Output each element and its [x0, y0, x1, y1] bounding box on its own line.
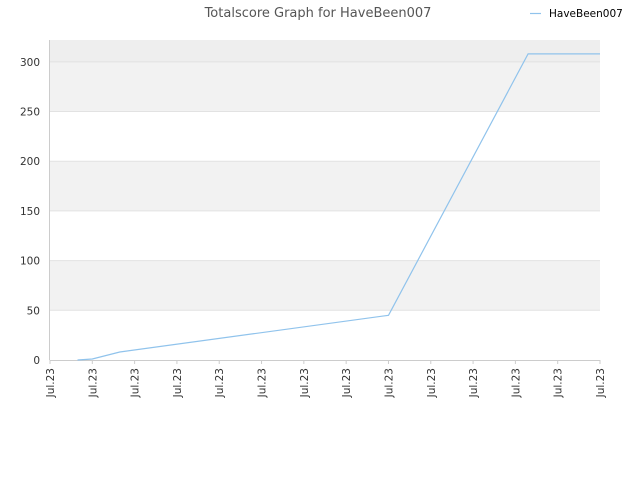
x-tick-label: Jul.23 — [257, 368, 269, 398]
x-tick-label: Jul.23 — [45, 368, 57, 398]
x-tick-label: Jul.23 — [510, 368, 522, 398]
x-tick-label: Jul.23 — [172, 368, 184, 398]
y-tick-label: 200 — [20, 156, 40, 168]
y-tick-label: 250 — [20, 107, 40, 119]
x-tick-label: Jul.23 — [553, 368, 565, 398]
plot-band — [50, 310, 600, 360]
x-tick-label: Jul.23 — [130, 368, 142, 398]
y-tick-label: 50 — [27, 305, 40, 317]
x-tick-label: Jul.23 — [426, 368, 438, 398]
y-tick-label: 100 — [20, 256, 40, 268]
plot-band — [50, 40, 600, 62]
plot-bands — [50, 40, 600, 360]
y-tick-label: 150 — [20, 206, 40, 218]
y-tick-label: 0 — [33, 355, 40, 367]
plot-band — [50, 210, 600, 261]
plot-band — [50, 260, 600, 311]
plot-band — [50, 111, 600, 162]
x-tick-label: Jul.23 — [341, 368, 353, 398]
x-tick-label: Jul.23 — [595, 368, 607, 398]
x-tick-label: Jul.23 — [214, 368, 226, 398]
legend: HaveBeen007 — [530, 8, 623, 20]
x-tick-label: Jul.23 — [87, 368, 99, 398]
y-tick-labels: 0 50 100 150 200 250 300 — [20, 57, 40, 367]
score-chart: 050100150200250300 Jul.23 Jul.23 Jul.23 Jul… — [20, 6, 623, 398]
y-tick-label: 300 — [20, 57, 40, 69]
x-tick-label: Jul.23 — [299, 368, 311, 398]
x-tick-label: Jul.23 — [383, 368, 395, 398]
plot-band — [50, 161, 600, 211]
x-tick-label: Jul.23 — [468, 368, 480, 398]
x-tick-labels: Jul.23 Jul.23 Jul.23 Jul.23 Jul.23 Jul.23 Jul.… — [45, 360, 607, 398]
plot-band — [50, 61, 600, 112]
legend-label: HaveBeen007 — [549, 8, 623, 20]
chart-title: Totalscore Graph for HaveBeen007 — [204, 6, 432, 21]
